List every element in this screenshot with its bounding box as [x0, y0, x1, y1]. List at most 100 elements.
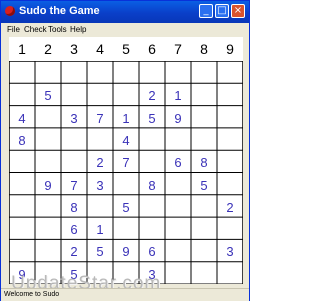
grid-cell[interactable]	[35, 217, 61, 242]
grid-cell[interactable]: 8	[139, 173, 165, 198]
grid-cell[interactable]	[139, 128, 165, 153]
grid-cell[interactable]	[165, 217, 191, 242]
grid-cell[interactable]	[9, 217, 35, 242]
grid-cell[interactable]: 2	[61, 239, 87, 264]
sudoku-board: 123456789 521437159842768973858526125963…	[9, 37, 243, 284]
grid-cell[interactable]	[113, 173, 139, 198]
menu-tools[interactable]: Tools	[48, 25, 67, 34]
grid-cell[interactable]: 8	[191, 150, 217, 175]
grid-cell[interactable]	[113, 61, 139, 86]
grid-cell[interactable]: 5	[87, 239, 113, 264]
grid-cell[interactable]: 1	[165, 83, 191, 108]
grid-cell[interactable]	[217, 128, 243, 153]
grid-cell[interactable]	[191, 128, 217, 153]
grid-cell[interactable]: 3	[217, 239, 243, 264]
grid-cell[interactable]	[35, 61, 61, 86]
grid-cell[interactable]	[217, 150, 243, 175]
number-picker-7[interactable]: 7	[165, 37, 191, 61]
grid-cell[interactable]	[35, 239, 61, 264]
grid-cell[interactable]	[61, 61, 87, 86]
grid-cell[interactable]	[217, 83, 243, 108]
number-picker-2[interactable]: 2	[35, 37, 61, 61]
grid-cell[interactable]: 3	[61, 106, 87, 131]
grid-cell[interactable]	[165, 195, 191, 220]
grid-cell[interactable]	[87, 128, 113, 153]
grid-cell[interactable]	[61, 150, 87, 175]
grid-cell[interactable]: 4	[9, 106, 35, 131]
grid-cell[interactable]: 2	[139, 83, 165, 108]
grid-cell[interactable]	[35, 195, 61, 220]
grid-cell[interactable]	[139, 61, 165, 86]
grid-cell[interactable]	[165, 128, 191, 153]
grid-cell[interactable]: 6	[165, 150, 191, 175]
grid-cell[interactable]: 8	[9, 128, 35, 153]
grid-cell[interactable]	[217, 217, 243, 242]
grid-cell[interactable]: 6	[139, 239, 165, 264]
grid-cell[interactable]	[217, 106, 243, 131]
number-picker-3[interactable]: 3	[61, 37, 87, 61]
grid-cell[interactable]: 8	[61, 195, 87, 220]
close-button[interactable]: ×	[231, 4, 245, 18]
number-picker-9[interactable]: 9	[217, 37, 243, 61]
grid-cell[interactable]: 5	[191, 173, 217, 198]
grid-cell[interactable]	[139, 150, 165, 175]
grid-cell[interactable]	[217, 173, 243, 198]
grid-cell[interactable]	[191, 106, 217, 131]
grid-cell[interactable]	[9, 173, 35, 198]
number-picker-5[interactable]: 5	[113, 37, 139, 61]
grid-cell[interactable]	[9, 83, 35, 108]
number-picker-1[interactable]: 1	[9, 37, 35, 61]
grid-cell[interactable]	[9, 195, 35, 220]
grid-cell[interactable]	[113, 217, 139, 242]
grid-cell[interactable]: 3	[87, 173, 113, 198]
number-picker-8[interactable]: 8	[191, 37, 217, 61]
grid-cell[interactable]	[165, 61, 191, 86]
grid-cell[interactable]	[165, 173, 191, 198]
grid-cell[interactable]: 5	[113, 195, 139, 220]
grid-cell[interactable]	[87, 61, 113, 86]
grid-cell[interactable]	[9, 239, 35, 264]
grid-cell[interactable]: 7	[113, 150, 139, 175]
grid-cell[interactable]: 9	[113, 239, 139, 264]
grid-cell[interactable]	[217, 61, 243, 86]
grid-cell[interactable]	[9, 150, 35, 175]
grid-cell[interactable]: 2	[217, 195, 243, 220]
number-picker-4[interactable]: 4	[87, 37, 113, 61]
grid-cell[interactable]	[87, 195, 113, 220]
grid-cell[interactable]	[165, 239, 191, 264]
title-bar[interactable]: Sudo the Game _ □ ×	[1, 1, 249, 23]
grid-cell[interactable]: 2	[87, 150, 113, 175]
grid-cell[interactable]: 6	[61, 217, 87, 242]
grid-cell[interactable]	[35, 128, 61, 153]
grid-cell[interactable]: 1	[113, 106, 139, 131]
grid-cell[interactable]: 1	[87, 217, 113, 242]
number-picker-6[interactable]: 6	[139, 37, 165, 61]
grid-cell[interactable]	[191, 61, 217, 86]
grid-cell[interactable]	[61, 83, 87, 108]
grid-cell[interactable]	[87, 83, 113, 108]
game-window: Sudo the Game _ □ × File Check Tools Hel…	[0, 0, 250, 301]
grid-cell[interactable]: 7	[87, 106, 113, 131]
grid-cell[interactable]	[61, 128, 87, 153]
grid-cell[interactable]: 5	[139, 106, 165, 131]
grid-cell[interactable]: 7	[61, 173, 87, 198]
grid-cell[interactable]	[9, 61, 35, 86]
grid-cell[interactable]	[191, 217, 217, 242]
menu-check[interactable]: Check	[24, 25, 47, 34]
grid-cell[interactable]: 5	[35, 83, 61, 108]
maximize-button[interactable]: □	[215, 4, 229, 18]
grid-cell[interactable]: 4	[113, 128, 139, 153]
grid-cell[interactable]	[113, 83, 139, 108]
minimize-button[interactable]: _	[199, 4, 213, 18]
grid-cell[interactable]	[139, 217, 165, 242]
menu-file[interactable]: File	[7, 25, 20, 34]
grid-cell[interactable]	[35, 150, 61, 175]
grid-cell[interactable]: 9	[165, 106, 191, 131]
grid-cell[interactable]: 9	[35, 173, 61, 198]
grid-cell[interactable]	[191, 239, 217, 264]
grid-cell[interactable]	[35, 106, 61, 131]
menu-help[interactable]: Help	[70, 25, 86, 34]
grid-cell[interactable]	[139, 195, 165, 220]
grid-cell[interactable]	[191, 83, 217, 108]
grid-cell[interactable]	[191, 195, 217, 220]
